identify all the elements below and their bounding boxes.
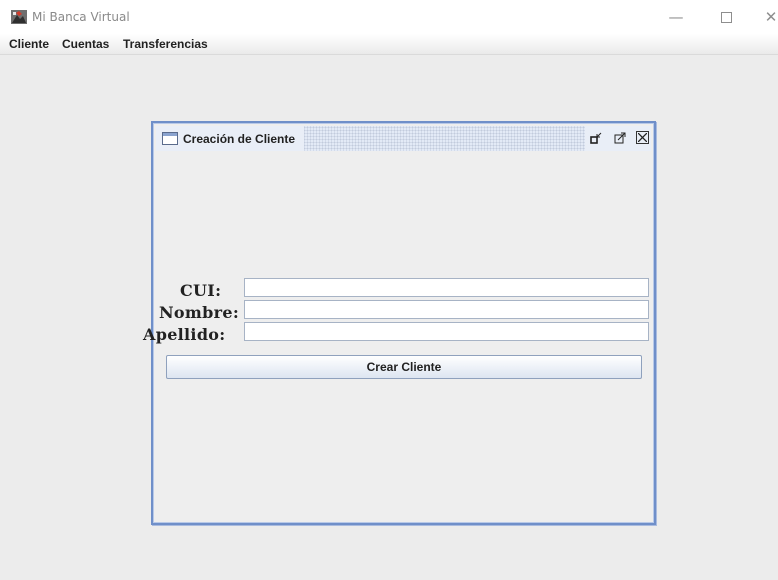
cui-input[interactable] (244, 278, 649, 297)
window-titlebar: Mi Banca Virtual — ✕ (0, 0, 778, 34)
close-frame-button[interactable] (636, 131, 649, 144)
internal-frame-title: Creación de Cliente (183, 132, 296, 146)
close-button[interactable]: ✕ (748, 4, 778, 30)
menu-bar: Cliente Cuentas Transferencias (0, 34, 778, 55)
nombre-label: Nombre: (159, 303, 240, 322)
maximize-frame-icon (614, 132, 626, 144)
apellido-input[interactable] (244, 322, 649, 341)
iconify-button[interactable] (589, 131, 603, 145)
internal-frame-titlebar[interactable]: Creación de Cliente (156, 126, 651, 151)
menu-cliente[interactable]: Cliente (9, 37, 49, 51)
close-frame-icon (638, 133, 647, 142)
maximize-button[interactable] (703, 4, 749, 30)
menu-cuentas[interactable]: Cuentas (62, 37, 109, 51)
minimize-icon: — (668, 8, 684, 26)
iconify-icon (590, 132, 602, 144)
minimize-button[interactable]: — (653, 4, 699, 30)
apellido-label: Apellido: (143, 325, 226, 344)
cui-label: CUI: (180, 281, 222, 300)
maximize-icon (720, 11, 732, 23)
close-icon: ✕ (764, 8, 778, 26)
menu-transferencias[interactable]: Transferencias (123, 37, 208, 51)
java-app-icon (11, 10, 27, 24)
frame-icon (162, 132, 178, 145)
crear-cliente-button[interactable]: Crear Cliente (166, 355, 642, 379)
window-title: Mi Banca Virtual (32, 10, 130, 24)
maximize-frame-button[interactable] (613, 131, 627, 145)
nombre-input[interactable] (244, 300, 649, 319)
